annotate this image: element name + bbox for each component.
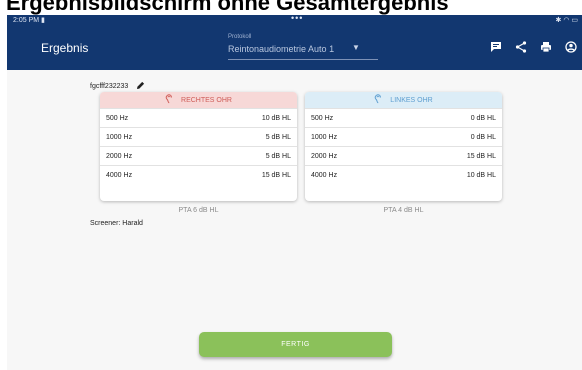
app-bar: Ergebnis Protokoll Reintonaudiometrie Au… [7, 27, 582, 70]
protocol-label: Protokoll [228, 34, 252, 40]
document-title: Ergebnisbildschirm ohne Gesamtergebnis [6, 0, 449, 15]
protocol-select[interactable]: Reintonaudiometrie Auto 1 ▼ [228, 43, 378, 60]
patient-name: fgcfff232233 [90, 83, 129, 90]
app-window: 2:05 PM ▮ ••• ✱ ◠ ▭ Ergebnis Protokoll R… [7, 13, 582, 370]
done-button[interactable]: FERTIG [199, 332, 392, 357]
right-ear-pta: PTA 6 dB HL [178, 207, 219, 214]
comment-icon[interactable] [489, 40, 503, 54]
protocol-value: Reintonaudiometrie Auto 1 [228, 44, 335, 54]
table-row: 1000 Hz 0 dB HL [305, 127, 502, 146]
status-bar: 2:05 PM ▮ ••• ✱ ◠ ▭ [7, 13, 582, 27]
patient-row: fgcfff232233 [90, 81, 145, 92]
status-time: 2:05 PM ▮ [13, 17, 45, 24]
table-row: 1000 Hz 5 dB HL [100, 127, 297, 146]
share-icon[interactable] [514, 40, 528, 54]
system-icons: ✱ ◠ ▭ [555, 17, 578, 24]
pencil-icon[interactable] [136, 81, 145, 92]
right-ear-header: RECHTES OHR [100, 92, 297, 108]
right-ear-card: RECHTES OHR 500 Hz 10 dB HL 1000 Hz 5 dB H… [100, 92, 297, 201]
table-row: 2000 Hz 5 dB HL [100, 146, 297, 165]
ear-icon [165, 94, 173, 106]
left-ear-header: LINKES OHR [305, 92, 502, 108]
left-ear-title: LINKES OHR [390, 96, 433, 104]
action-bar [489, 40, 578, 54]
chevron-down-icon: ▼ [352, 43, 360, 52]
ear-icon [374, 94, 382, 106]
screener-label: Screener: Harald [90, 220, 143, 227]
account-icon[interactable] [564, 40, 578, 54]
left-ear-card: LINKES OHR 500 Hz 0 dB HL 1000 Hz 0 dB HL … [305, 92, 502, 201]
status-dots: ••• [291, 13, 304, 23]
table-row: 4000 Hz 10 dB HL [305, 165, 502, 184]
left-ear-pta: PTA 4 dB HL [383, 207, 424, 214]
table-row: 500 Hz 0 dB HL [305, 108, 502, 127]
table-row: 2000 Hz 15 dB HL [305, 146, 502, 165]
table-row: 500 Hz 10 dB HL [100, 108, 297, 127]
right-ear-title: RECHTES OHR [181, 96, 232, 104]
print-icon[interactable] [539, 40, 553, 54]
table-row: 4000 Hz 15 dB HL [100, 165, 297, 184]
page-title: Ergebnis [41, 41, 89, 55]
